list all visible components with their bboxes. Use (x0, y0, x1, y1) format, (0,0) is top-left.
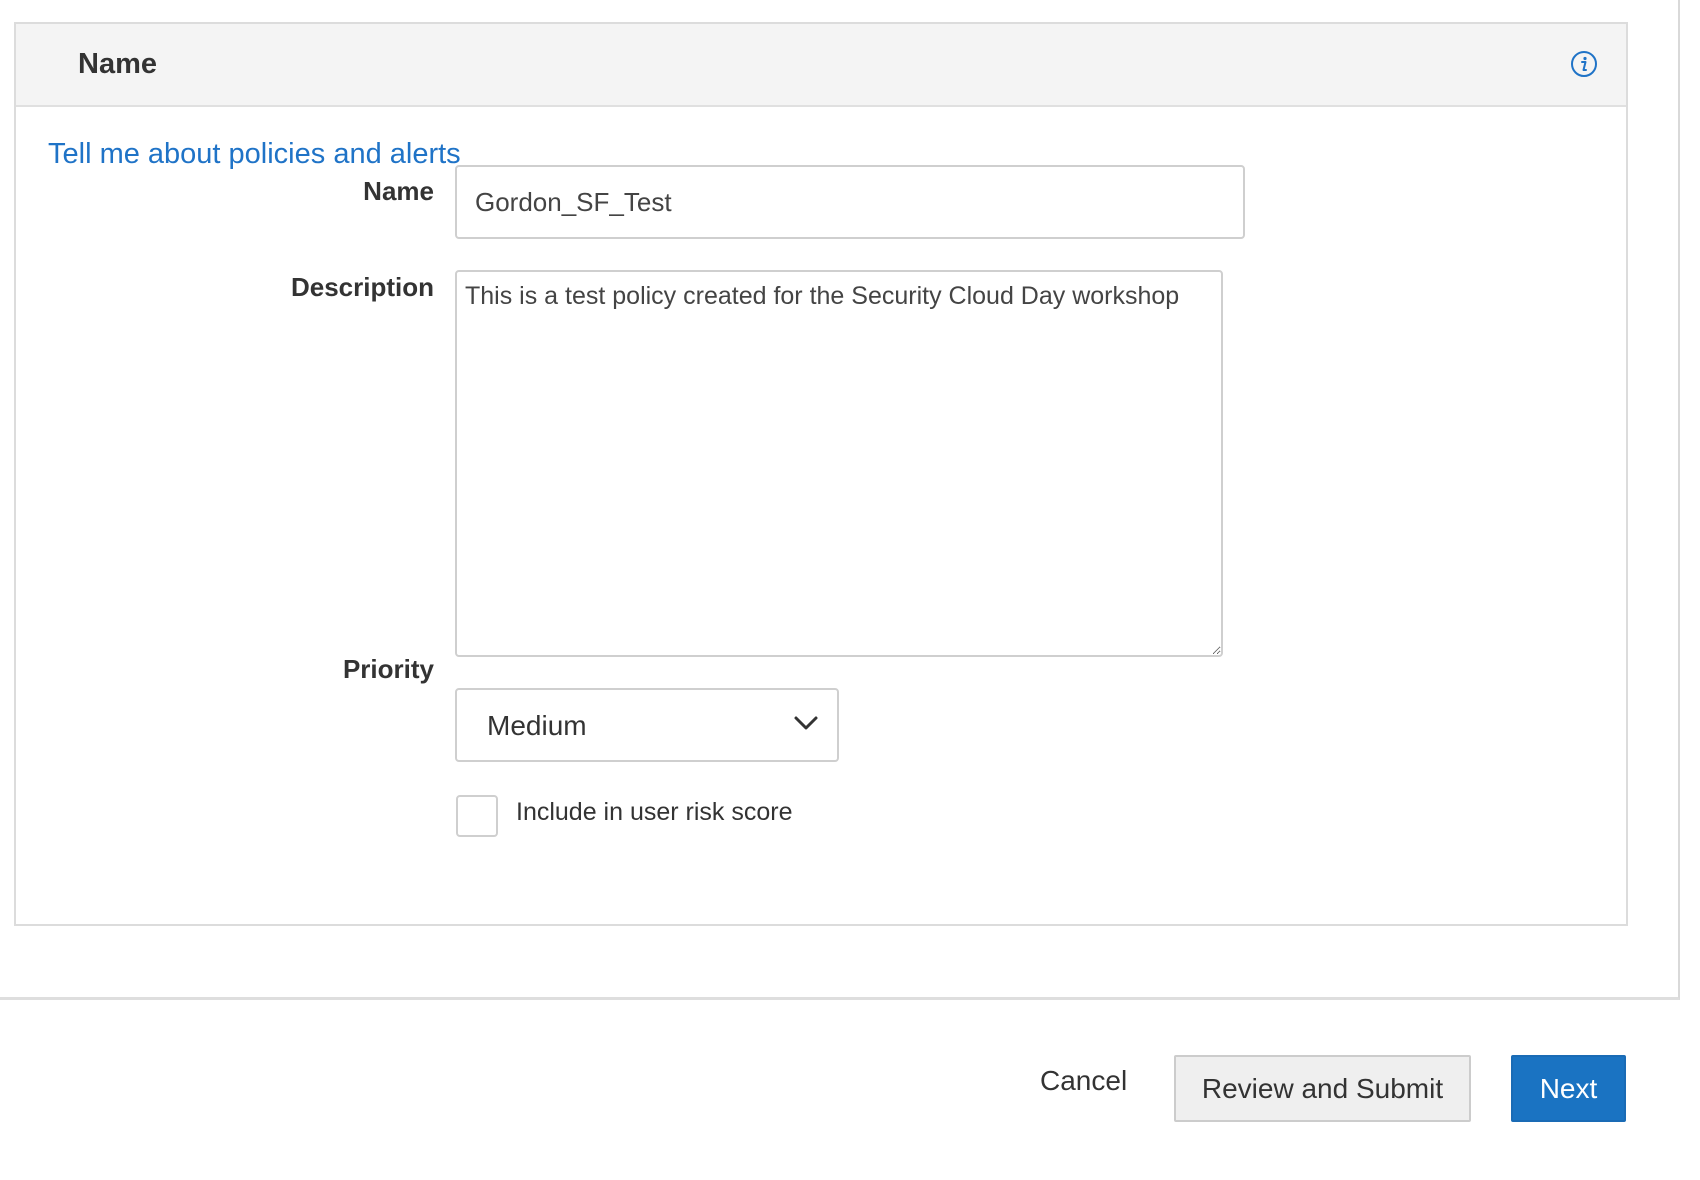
priority-selected-value: Medium (487, 710, 587, 741)
user-risk-score-checkbox[interactable] (456, 795, 498, 837)
name-field-label: Name (363, 176, 434, 206)
section-header: Name (16, 24, 1626, 107)
cancel-button[interactable]: Cancel (1040, 1065, 1127, 1097)
policies-alerts-help-link[interactable]: Tell me about policies and alerts (48, 138, 461, 171)
name-input[interactable] (455, 165, 1245, 239)
policy-form-card: Name Tell me about policies and alerts N… (0, 0, 1680, 1000)
info-icon[interactable] (1570, 50, 1598, 78)
next-button[interactable]: Next (1511, 1055, 1626, 1122)
section-title: Name (78, 48, 157, 80)
priority-field-label: Priority (342, 654, 434, 684)
review-and-submit-button[interactable]: Review and Submit (1174, 1055, 1471, 1122)
description-textarea[interactable]: This is a test policy created for the Se… (455, 270, 1223, 657)
chevron-down-icon (794, 716, 818, 730)
description-field-label: Description (290, 272, 434, 302)
priority-select[interactable]: Medium (455, 688, 839, 762)
user-risk-score-label: Include in user risk score (516, 798, 793, 826)
